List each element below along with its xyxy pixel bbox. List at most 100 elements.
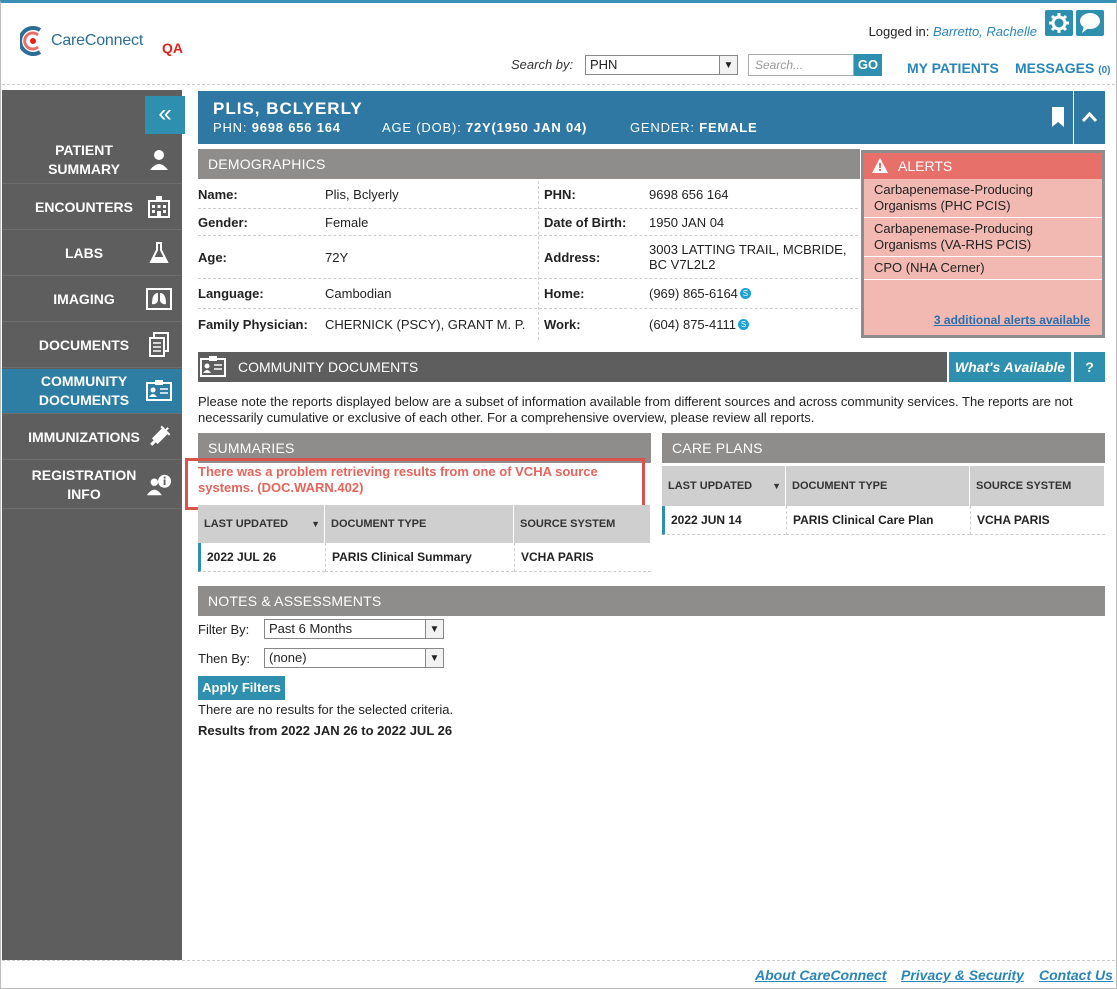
help-button[interactable]: ? xyxy=(1074,352,1105,382)
bookmark-icon xyxy=(1052,107,1064,127)
field-value: 3003 LATTING TRAIL, MCBRIDE, BC V7L2L2 xyxy=(649,242,847,272)
results-range: Results from 2022 JAN 26 to 2022 JUL 26 xyxy=(198,723,453,738)
table-cell[interactable]: 2022 JUN 14 xyxy=(662,506,786,535)
skype-call-icon[interactable]: S xyxy=(739,288,751,299)
column-header-last-updated[interactable]: LAST UPDATED ▼ xyxy=(198,505,325,543)
careconnect-logo[interactable]: CareConnect xyxy=(20,26,143,56)
chevron-down-icon: ▼ xyxy=(425,649,443,667)
table-cell[interactable]: 2022 JUL 26 xyxy=(198,543,325,572)
alert-item[interactable]: Carbapenemase-Producing Organisms (PHC P… xyxy=(864,179,1102,218)
column-header-last-updated[interactable]: LAST UPDATED ▼ xyxy=(662,466,786,506)
patient-name: PLIS, BCLYERLY xyxy=(213,99,363,118)
demographics-header: DEMOGRAPHICS xyxy=(198,149,860,179)
logged-in-label: Logged in: xyxy=(868,24,930,39)
chevron-down-icon: ▼ xyxy=(425,620,443,638)
logged-in-user-link[interactable]: Barretto, Rachelle xyxy=(933,24,1037,39)
demographics-row: Name: Plis, Bclyerly PHN: 9698 656 164 xyxy=(198,181,858,209)
search-by-select[interactable]: PHN ▼ xyxy=(585,55,738,75)
collapse-banner-button[interactable] xyxy=(1074,91,1105,144)
privacy-security-link[interactable]: Privacy & Security xyxy=(901,967,1024,983)
sidebar-item-encounters[interactable]: ENCOUNTERS xyxy=(2,185,182,230)
settings-button[interactable] xyxy=(1045,10,1073,36)
patient-banner: PLIS, BCLYERLY PHN: 9698 656 164 AGE (DO… xyxy=(198,91,1043,144)
community-documents-header: COMMUNITY DOCUMENTS xyxy=(198,352,947,382)
field-value: CHERNICK (PSCY), GRANT M. P. xyxy=(325,317,526,332)
alerts-panel: ALERTS Carbapenemase-Producing Organisms… xyxy=(861,150,1105,338)
documents-icon xyxy=(146,332,172,358)
column-header-source-system[interactable]: SOURCE SYSTEM xyxy=(514,505,651,543)
collapse-sidebar-button[interactable]: « xyxy=(145,96,185,134)
chevron-down-icon: ▼ xyxy=(719,56,737,74)
sidebar-item-labs[interactable]: LABS xyxy=(2,231,182,276)
patient-gender: GENDER: FEMALE xyxy=(630,120,758,135)
about-link[interactable]: About CareConnect xyxy=(755,967,886,983)
field-label: Language: xyxy=(198,286,264,301)
app-name: CareConnect xyxy=(51,32,144,49)
sidebar-item-documents[interactable]: DOCUMENTS xyxy=(2,323,182,368)
table-cell[interactable]: PARIS Clinical Summary xyxy=(325,543,514,572)
search-input[interactable]: Search... xyxy=(748,54,854,76)
syringe-icon xyxy=(146,424,172,450)
footer-divider xyxy=(2,960,1115,961)
logo-icon xyxy=(20,26,42,56)
field-label: Home: xyxy=(544,286,585,301)
sort-desc-icon: ▼ xyxy=(311,519,320,529)
then-by-select[interactable]: (none) ▼ xyxy=(264,648,444,668)
id-card-icon xyxy=(146,378,172,404)
demographics-row: Language: Cambodian Home: (969) 865-6164… xyxy=(198,279,858,309)
feedback-button[interactable] xyxy=(1076,10,1104,36)
demographics-row: Age: 72Y Address: 3003 LATTING TRAIL, MC… xyxy=(198,236,858,279)
sidebar-item-immunizations[interactable]: IMMUNIZATIONS xyxy=(2,415,182,460)
sidebar-item-imaging[interactable]: IMAGING xyxy=(2,277,182,322)
error-highlight-box xyxy=(185,458,645,510)
bookmark-button[interactable] xyxy=(1043,91,1073,144)
messages-count: (0) xyxy=(1098,65,1111,76)
field-label: Gender: xyxy=(198,214,248,230)
alert-item[interactable]: Carbapenemase-Producing Organisms (VA-RH… xyxy=(864,218,1102,257)
table-cell[interactable]: VCHA PARIS xyxy=(514,543,651,572)
sidebar-item-label: ENCOUNTERS xyxy=(34,198,133,215)
my-patients-link[interactable]: MY PATIENTS xyxy=(907,60,999,76)
env-badge: QA xyxy=(162,40,183,56)
column-header-document-type[interactable]: DOCUMENT TYPE xyxy=(786,466,970,506)
field-value: 9698 656 164 xyxy=(649,187,729,202)
field-value: Plis, Bclyerly xyxy=(325,187,399,202)
skype-call-icon[interactable]: S xyxy=(737,319,749,330)
alert-item[interactable]: CPO (NHA Cerner) xyxy=(864,257,1102,280)
contact-us-link[interactable]: Contact Us xyxy=(1039,967,1113,983)
sidebar-item-community-documents[interactable]: COMMUNITY DOCUMENTS xyxy=(2,369,182,414)
apply-filters-button[interactable]: Apply Filters xyxy=(198,676,285,700)
community-documents-title: COMMUNITY DOCUMENTS xyxy=(238,359,419,375)
sidebar-item-label: INFO xyxy=(67,485,101,502)
field-value: (604) 875-4111 S xyxy=(649,309,749,340)
table-cell[interactable]: PARIS Clinical Care Plan xyxy=(786,506,970,535)
messages-link[interactable]: MESSAGES (0) xyxy=(1015,60,1110,76)
filter-by-value: Past 6 Months xyxy=(269,621,353,636)
sidebar-item-label: SUMMARY xyxy=(48,160,120,177)
column-header-document-type[interactable]: DOCUMENT TYPE xyxy=(325,505,514,543)
filter-by-select[interactable]: Past 6 Months ▼ xyxy=(264,619,444,639)
field-label: Family Physician: xyxy=(198,317,308,332)
field-label: Age: xyxy=(198,249,227,265)
sidebar-item-label: DOCUMENTS xyxy=(38,392,130,408)
sidebar-item-patient-summary[interactable]: PATIENT SUMMARY xyxy=(2,136,182,184)
more-alerts-link[interactable]: 3 additional alerts available xyxy=(934,313,1090,327)
table-cell[interactable]: VCHA PARIS xyxy=(970,506,1105,535)
field-label: PHN: xyxy=(544,187,576,202)
column-header-source-system[interactable]: SOURCE SYSTEM xyxy=(970,466,1105,506)
field-value: Cambodian xyxy=(325,286,392,301)
search-by-value: PHN xyxy=(590,57,618,72)
go-button[interactable]: GO xyxy=(854,54,882,76)
sidebar-item-label: IMAGING xyxy=(53,290,115,307)
whats-available-button[interactable]: What's Available xyxy=(949,352,1071,382)
sidebar-item-label: LABS xyxy=(64,244,104,261)
care-plans-header: CARE PLANS xyxy=(662,433,1105,463)
person-info-icon xyxy=(146,472,172,498)
patient-age-dob: AGE (DOB): 72Y(1950 JAN 04) xyxy=(382,120,588,135)
hospital-icon xyxy=(146,194,172,220)
sort-desc-icon: ▼ xyxy=(772,481,781,491)
chevron-up-icon xyxy=(1081,111,1098,123)
header-divider xyxy=(2,84,1115,85)
sidebar-item-registration-info[interactable]: REGISTRATION INFO xyxy=(2,461,182,509)
field-value: 1950 JAN 04 xyxy=(649,214,725,230)
